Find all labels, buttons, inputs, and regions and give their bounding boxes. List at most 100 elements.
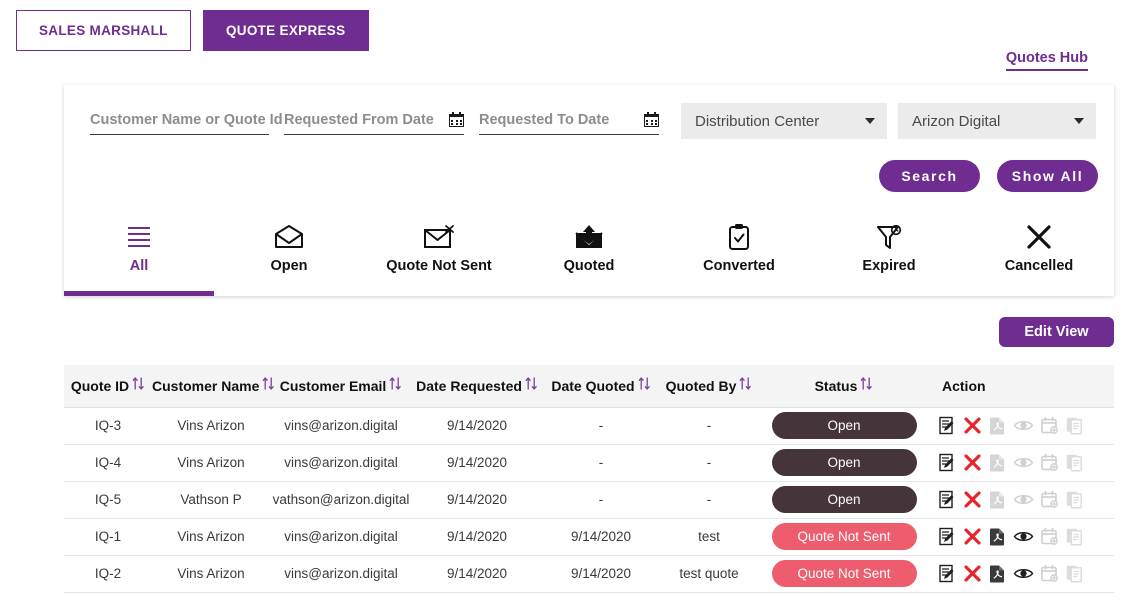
cell-quoted-by: test: [660, 518, 758, 555]
pdf-button[interactable]: [988, 564, 1007, 583]
tab-open[interactable]: Open: [214, 210, 364, 296]
cell-status: Open: [758, 444, 930, 481]
copy-button: [1065, 416, 1084, 435]
view-eye-icon: [1013, 564, 1034, 583]
column-header-date-quoted[interactable]: Date Quoted: [542, 365, 660, 407]
cell-quote-id: IQ-2: [64, 555, 152, 592]
tab-expired[interactable]: Expired: [814, 210, 964, 296]
table-row[interactable]: IQ-2Vins Arizonvins@arizon.digital9/14/2…: [64, 555, 1114, 592]
quotes-table: Quote ID Customer Name Customer Email Da…: [64, 365, 1114, 593]
funnel-clock-icon: [875, 220, 903, 254]
view-button: [1013, 416, 1034, 435]
cell-customer-email: vathson@arizon.digital: [270, 481, 412, 518]
delete-x-icon: [963, 453, 982, 472]
column-header-date-requested[interactable]: Date Requested: [412, 365, 542, 407]
delete-button[interactable]: [963, 527, 982, 546]
table-row[interactable]: IQ-3Vins Arizonvins@arizon.digital9/14/2…: [64, 407, 1114, 444]
edit-button[interactable]: [938, 527, 957, 546]
schedule-button: [1040, 527, 1059, 546]
show-all-button[interactable]: Show All: [997, 160, 1098, 192]
distribution-center-select[interactable]: Distribution Center: [681, 103, 887, 139]
pdf-button[interactable]: [988, 527, 1007, 546]
delete-x-icon: [963, 490, 982, 509]
delete-button[interactable]: [963, 416, 982, 435]
quote-express-button[interactable]: QUOTE EXPRESS: [203, 10, 369, 51]
status-badge[interactable]: Open: [772, 412, 917, 439]
sales-marshall-button[interactable]: SALES MARSHALL: [16, 10, 191, 51]
pdf-icon: [988, 453, 1007, 472]
edit-icon: [938, 490, 957, 509]
status-badge[interactable]: Quote Not Sent: [772, 523, 917, 550]
column-label: Action: [942, 378, 986, 394]
column-header-quote-id[interactable]: Quote ID: [64, 365, 152, 407]
requested-to-date-input[interactable]: Requested To Date: [479, 106, 659, 135]
pdf-icon: [988, 490, 1007, 509]
requested-from-date-input[interactable]: Requested From Date: [284, 106, 464, 135]
table-row[interactable]: IQ-1Vins Arizonvins@arizon.digital9/14/2…: [64, 518, 1114, 555]
view-button[interactable]: [1013, 527, 1034, 546]
copy-icon: [1065, 527, 1084, 546]
copy-icon: [1065, 490, 1084, 509]
status-badge[interactable]: Open: [772, 449, 917, 476]
envelope-open-icon: [274, 220, 304, 254]
edit-view-button[interactable]: Edit View: [999, 317, 1114, 347]
view-eye-icon: [1013, 490, 1034, 509]
tab-expired-label: Expired: [862, 258, 915, 274]
sort-arrows-icon[interactable]: [132, 376, 145, 391]
sort-arrows-icon[interactable]: [525, 376, 538, 391]
cell-date-quoted: -: [542, 481, 660, 518]
x-mark-icon: [1025, 220, 1053, 254]
edit-button[interactable]: [938, 416, 957, 435]
edit-button[interactable]: [938, 453, 957, 472]
customer-name-or-quote-id-input[interactable]: Customer Name or Quote Id: [90, 106, 269, 135]
cell-date-quoted: -: [542, 444, 660, 481]
cell-quoted-by: test quote: [660, 555, 758, 592]
sort-arrows-icon[interactable]: [262, 376, 275, 391]
calendar-icon[interactable]: [644, 112, 659, 127]
column-label: Customer Email: [280, 378, 387, 394]
status-tabs: All Open: [64, 210, 1114, 296]
tab-converted[interactable]: Converted: [664, 210, 814, 296]
quotes-hub-link[interactable]: Quotes Hub: [1006, 50, 1088, 71]
calendar-icon[interactable]: [449, 112, 464, 127]
sort-arrows-icon[interactable]: [389, 376, 402, 391]
quotes-hub-page: SALES MARSHALL QUOTE EXPRESS Quotes Hub …: [0, 0, 1138, 614]
tab-quoted[interactable]: Quoted: [514, 210, 664, 296]
sort-arrows-icon[interactable]: [739, 376, 752, 391]
tab-cancelled[interactable]: Cancelled: [964, 210, 1114, 296]
tab-quote-not-sent[interactable]: Quote Not Sent: [364, 210, 514, 296]
sort-arrows-icon[interactable]: [860, 376, 873, 391]
cell-status: Quote Not Sent: [758, 518, 930, 555]
table-row[interactable]: IQ-4Vins Arizonvins@arizon.digital9/14/2…: [64, 444, 1114, 481]
delete-button[interactable]: [963, 564, 982, 583]
status-badge[interactable]: Open: [772, 486, 917, 513]
cell-date-requested: 9/14/2020: [412, 518, 542, 555]
copy-icon: [1065, 453, 1084, 472]
view-button[interactable]: [1013, 564, 1034, 583]
edit-button[interactable]: [938, 564, 957, 583]
cell-customer-email: vins@arizon.digital: [270, 518, 412, 555]
delete-button[interactable]: [963, 453, 982, 472]
column-label: Customer Name: [152, 378, 259, 394]
tab-all[interactable]: All: [64, 210, 214, 296]
tab-converted-label: Converted: [703, 258, 775, 274]
cell-customer-name: Vathson P: [152, 481, 270, 518]
cell-date-requested: 9/14/2020: [412, 444, 542, 481]
column-header-customer-email[interactable]: Customer Email: [270, 365, 412, 407]
column-header-status[interactable]: Status: [758, 365, 930, 407]
company-select[interactable]: Arizon Digital: [898, 103, 1096, 139]
sort-arrows-icon[interactable]: [638, 376, 651, 391]
table-row[interactable]: IQ-5Vathson Pvathson@arizon.digital9/14/…: [64, 481, 1114, 518]
column-header-customer-name[interactable]: Customer Name: [152, 365, 270, 407]
cell-action: [930, 407, 1114, 444]
edit-button[interactable]: [938, 490, 957, 509]
table-head: Quote ID Customer Name Customer Email Da…: [64, 365, 1114, 407]
pdf-button: [988, 490, 1007, 509]
status-badge[interactable]: Quote Not Sent: [772, 560, 917, 587]
cell-customer-name: Vins Arizon: [152, 555, 270, 592]
distribution-center-value: Distribution Center: [695, 113, 819, 130]
delete-button[interactable]: [963, 490, 982, 509]
search-button[interactable]: Search: [879, 160, 980, 192]
view-eye-icon: [1013, 453, 1034, 472]
column-header-quoted-by[interactable]: Quoted By: [660, 365, 758, 407]
